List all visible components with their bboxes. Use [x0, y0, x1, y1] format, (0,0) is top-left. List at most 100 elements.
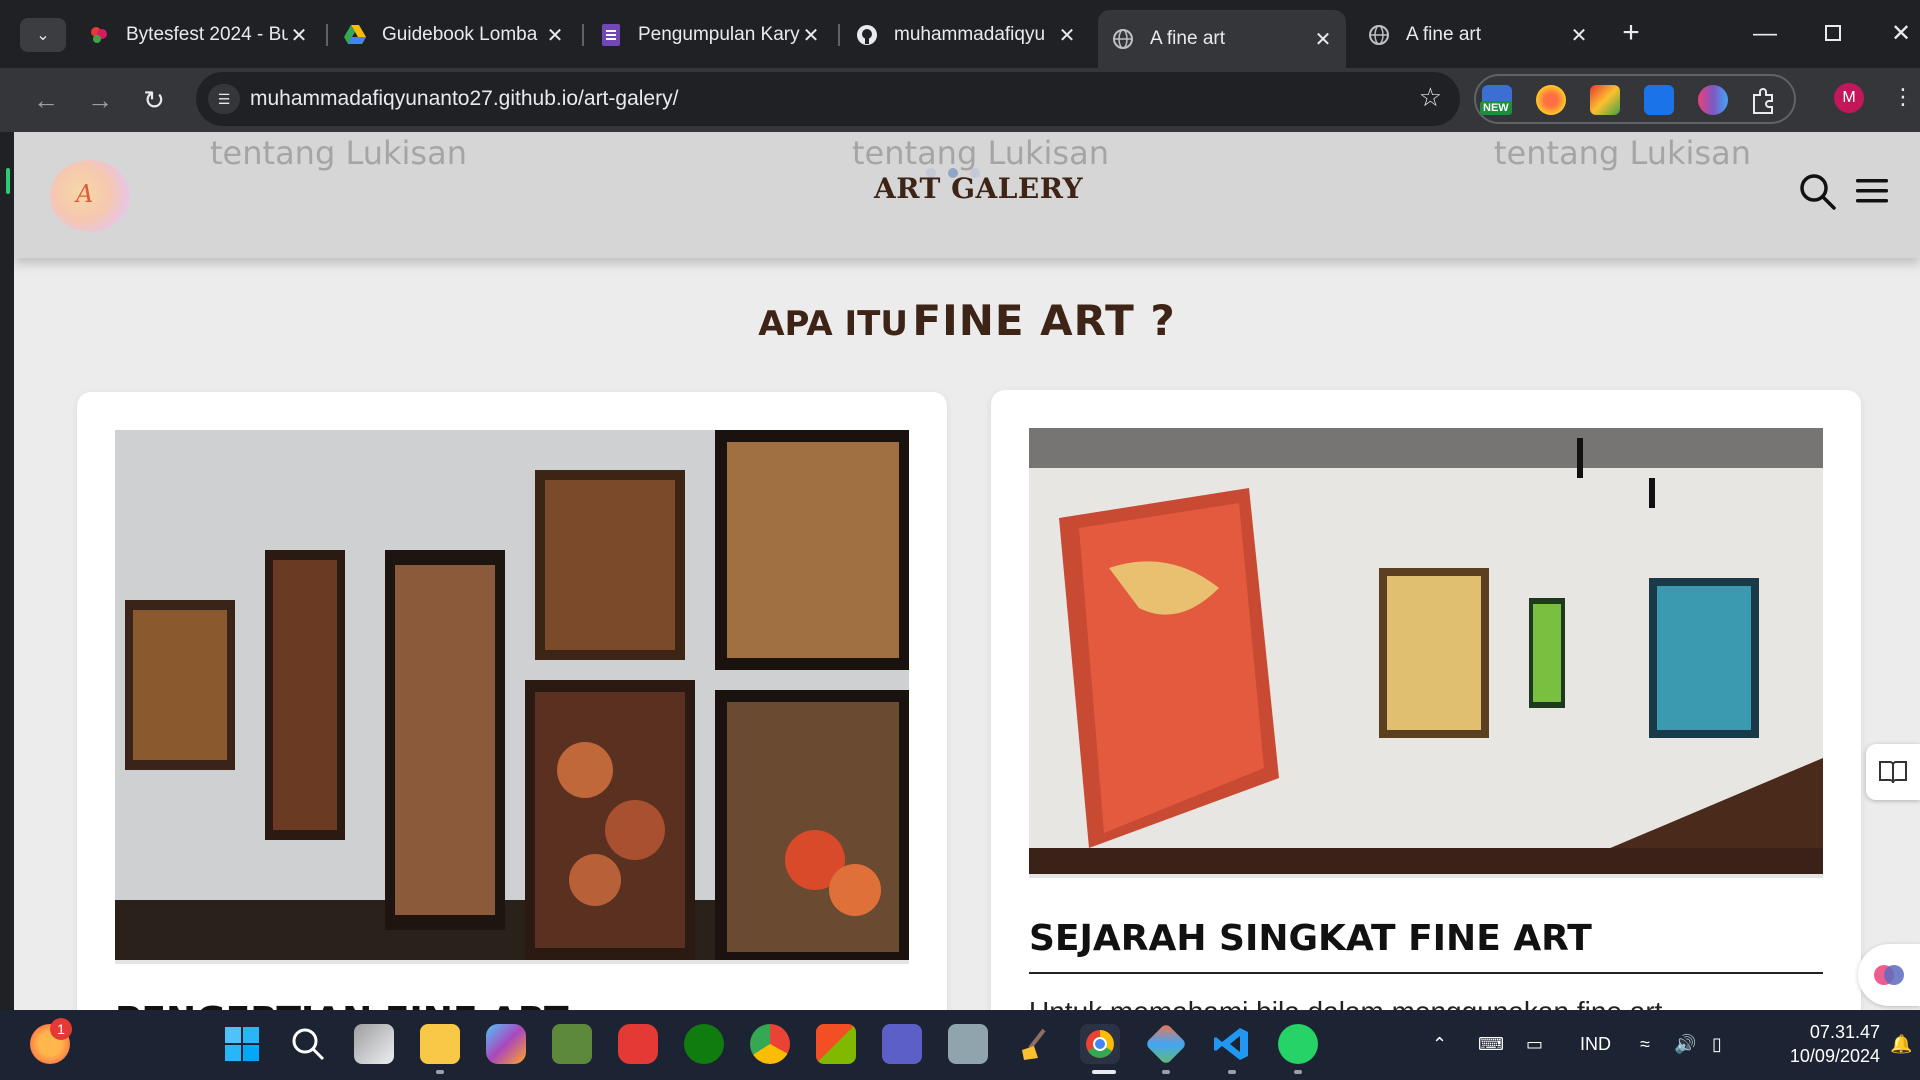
wps-office-icon[interactable]	[618, 1024, 658, 1064]
tab-search-button[interactable]: ⌄	[20, 18, 66, 52]
reader-mode-button[interactable]	[1866, 744, 1920, 800]
vscode-icon[interactable]	[1212, 1024, 1252, 1064]
bookmark-star-icon[interactable]: ☆	[1419, 82, 1442, 113]
file-explorer-icon[interactable]	[420, 1024, 460, 1064]
tab-title: A fine art	[1406, 24, 1481, 45]
tab-github[interactable]: muhammadafiqyu ✕	[842, 12, 1090, 58]
ai-brain-icon	[1874, 965, 1904, 985]
close-window-button[interactable]: ✕	[1878, 14, 1920, 54]
close-icon[interactable]: ✕	[1568, 23, 1590, 48]
browser-tab-strip: ⌄ Bytesfest 2024 - Bu ✕ Guidebook Lomba …	[0, 0, 1920, 68]
close-icon[interactable]: ✕	[288, 23, 310, 48]
tab-separator	[326, 24, 328, 46]
reload-button[interactable]: ↻	[134, 80, 174, 120]
task-view-icon[interactable]	[354, 1024, 394, 1064]
system-clock[interactable]: 07.31.47 10/09/2024	[1756, 1020, 1880, 1068]
section-heading-emphasis: FINE ART ?	[912, 296, 1176, 345]
maximize-button[interactable]	[1810, 14, 1856, 54]
profile-avatar[interactable]: M	[1834, 83, 1864, 113]
tab-separator	[838, 24, 840, 46]
section-heading: APA ITU FINE ART ?	[14, 296, 1920, 345]
battery-icon[interactable]: ▯	[1712, 1034, 1722, 1055]
gallery-wall-image	[115, 430, 909, 964]
search-button[interactable]	[1798, 172, 1838, 217]
site-logo[interactable]: A	[50, 160, 130, 232]
slide-ghost-text: tentang Lukisan	[210, 134, 467, 172]
slide-ghost-text: tentang Lukisan	[852, 134, 1109, 172]
keyboard-icon[interactable]: ⌨	[1478, 1034, 1504, 1055]
photos-icon[interactable]	[948, 1024, 988, 1064]
new-tab-button[interactable]: +	[1616, 16, 1646, 52]
side-indicator	[6, 168, 10, 194]
display-icon[interactable]: ▭	[1526, 1034, 1543, 1055]
chevron-up-icon[interactable]: ⌃	[1432, 1034, 1447, 1055]
windows-start-icon[interactable]	[222, 1024, 262, 1064]
copilot-icon[interactable]	[486, 1024, 526, 1064]
tab-title: A fine art	[1150, 28, 1225, 49]
copilot-sidebar-button[interactable]	[1858, 944, 1920, 1006]
menu-button[interactable]	[1856, 178, 1888, 209]
back-button[interactable]: ←	[26, 80, 66, 120]
hamburger-menu-icon	[1856, 179, 1888, 203]
microsoft-store-icon[interactable]	[816, 1024, 856, 1064]
extensions-group: NEW	[1474, 74, 1796, 124]
chrome-profile-active-icon[interactable]	[1080, 1024, 1120, 1064]
notification-bell-icon[interactable]: 🔔	[1890, 1034, 1912, 1055]
translate-extension-icon[interactable]	[1644, 85, 1674, 115]
minecraft-icon[interactable]	[552, 1024, 592, 1064]
weather-widget-icon[interactable]: 1	[30, 1018, 72, 1064]
tab-bytesfest[interactable]: Bytesfest 2024 - Bu ✕	[74, 12, 322, 58]
windows-taskbar: 1 ⌃ ⌨ ▭ IND ≈ 🔊 ▯ 07.31.47 10/09/2024 🔔	[0, 1010, 1920, 1080]
active-indicator	[1092, 1070, 1116, 1074]
reload-icon: ↻	[143, 85, 165, 115]
search-icon	[1800, 174, 1836, 210]
close-icon[interactable]: ✕	[544, 23, 566, 48]
book-open-icon	[1879, 761, 1907, 784]
app-diamond-icon[interactable]	[1144, 1022, 1188, 1066]
search-icon[interactable]	[288, 1024, 328, 1064]
close-icon[interactable]: ✕	[1312, 27, 1334, 52]
address-bar[interactable]: ☰ muhammadafiqyunanto27.github.io/art-ga…	[196, 72, 1460, 126]
url-text[interactable]: muhammadafiqyunanto27.github.io/art-gale…	[250, 87, 678, 111]
globe-icon	[1112, 28, 1134, 50]
chrome-icon[interactable]	[750, 1024, 790, 1064]
github-icon	[856, 24, 878, 46]
tab-guidebook[interactable]: Guidebook Lomba ✕	[330, 12, 578, 58]
logo-letter: A	[76, 180, 94, 208]
close-icon[interactable]: ✕	[1056, 23, 1078, 48]
xbox-icon[interactable]	[684, 1024, 724, 1064]
color-picker-extension-icon[interactable]	[1536, 85, 1566, 115]
teams-icon[interactable]	[882, 1024, 922, 1064]
minimize-button[interactable]: —	[1742, 14, 1788, 54]
cleaner-icon[interactable]	[1014, 1024, 1054, 1064]
whatsapp-icon[interactable]	[1278, 1024, 1318, 1064]
google-forms-icon	[600, 24, 622, 46]
tab-fine-art-active[interactable]: A fine art ✕	[1098, 10, 1346, 68]
tab-title: muhammadafiqyu	[894, 24, 1046, 45]
running-indicator	[436, 1070, 444, 1074]
tab-pengumpulan[interactable]: Pengumpulan Kary ✕	[586, 12, 834, 58]
card-sejarah: SEJARAH SINGKAT FINE ART Untuk memahami …	[991, 390, 1861, 1010]
puzzle-extensions-icon[interactable]	[1748, 85, 1778, 115]
close-icon[interactable]: ✕	[800, 23, 822, 48]
tab-title: Bytesfest 2024 - Bu	[126, 24, 288, 45]
site-brand-title[interactable]: ART GALERY	[874, 172, 1083, 205]
running-indicator	[1228, 1070, 1236, 1074]
notification-badge: 1	[50, 1018, 72, 1040]
more-menu-icon[interactable]: ⋮	[1892, 84, 1914, 110]
clock-time: 07.31.47	[1809, 1022, 1880, 1042]
window-left-edge	[0, 132, 14, 1010]
paint-extension-icon[interactable]	[1590, 85, 1620, 115]
new-badge: NEW	[1480, 101, 1512, 115]
wifi-icon[interactable]: ≈	[1640, 1034, 1650, 1055]
new-extension-icon[interactable]: NEW	[1480, 85, 1512, 115]
tab-fine-art[interactable]: A fine art ✕	[1354, 12, 1602, 58]
running-indicator	[1294, 1070, 1302, 1074]
volume-icon[interactable]: 🔊	[1674, 1034, 1696, 1055]
forward-button[interactable]: →	[80, 80, 120, 120]
card-divider	[1029, 972, 1823, 974]
language-indicator[interactable]: IND	[1580, 1034, 1611, 1055]
browser-toolbar: ← → ↻ ☰ muhammadafiqyunanto27.github.io/…	[0, 68, 1920, 132]
site-info-icon[interactable]: ☰	[208, 84, 240, 114]
ai-brain-extension-icon[interactable]	[1698, 85, 1728, 115]
